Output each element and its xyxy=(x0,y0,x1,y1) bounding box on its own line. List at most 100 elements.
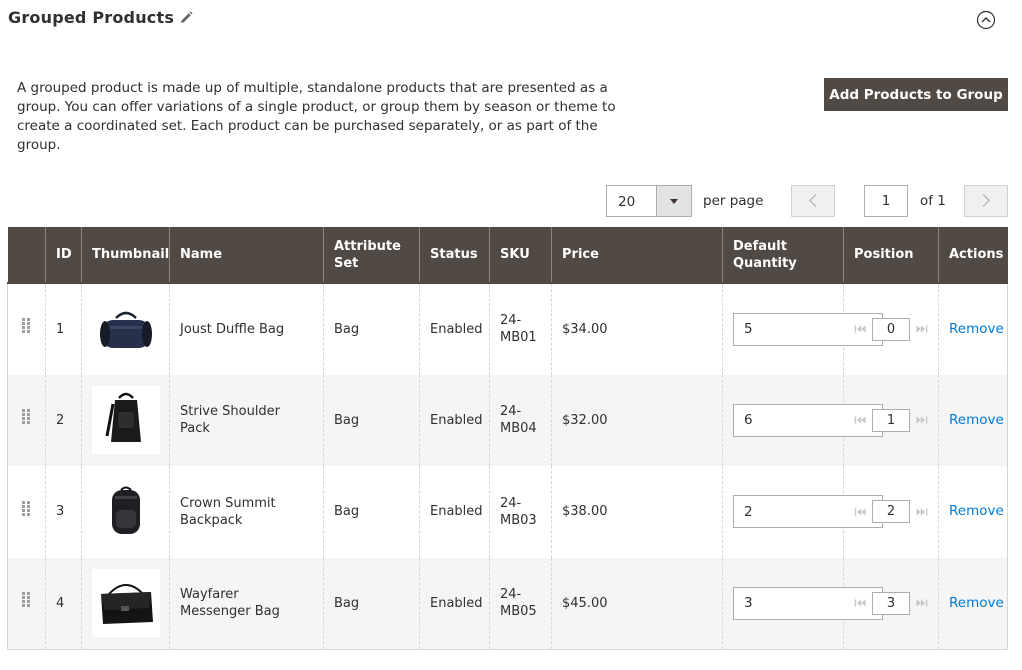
move-top-icon[interactable] xyxy=(854,597,867,609)
cell-price: $38.00 xyxy=(551,466,723,558)
cell-id: 4 xyxy=(45,557,82,650)
drag-handle-icon[interactable] xyxy=(22,318,31,335)
column-header-thumbnail: Thumbnail xyxy=(81,227,170,283)
cell-price: $34.00 xyxy=(551,283,723,375)
page-total-label: of 1 xyxy=(920,193,946,209)
table-row: 2 Strive Shoulder Pack Bag Enabled 24-MB… xyxy=(7,374,1008,466)
collapse-circle-icon[interactable] xyxy=(976,10,996,30)
cell-attribute-set: Bag xyxy=(323,374,420,466)
next-page-button[interactable] xyxy=(964,185,1008,217)
position-input[interactable] xyxy=(872,317,910,341)
per-page-value: 20 xyxy=(618,194,636,210)
drag-cell xyxy=(7,374,46,466)
drag-cell xyxy=(7,283,46,375)
move-bottom-icon[interactable] xyxy=(915,414,928,426)
chevron-right-icon xyxy=(977,194,990,207)
cell-thumbnail xyxy=(81,283,170,375)
column-header-drag xyxy=(7,227,46,283)
column-header-price[interactable]: Price xyxy=(551,227,723,283)
cell-position xyxy=(843,283,939,375)
cell-name: Strive Shoulder Pack xyxy=(169,374,324,466)
cell-sku: 24-MB01 xyxy=(489,283,552,375)
cell-status: Enabled xyxy=(419,283,490,375)
column-header-default-quantity: Default Quantity xyxy=(722,227,844,283)
drag-cell xyxy=(7,466,46,558)
move-top-icon[interactable] xyxy=(854,506,867,518)
current-page-input[interactable] xyxy=(864,185,908,217)
cell-position xyxy=(843,466,939,558)
move-bottom-icon[interactable] xyxy=(915,506,928,518)
move-bottom-icon[interactable] xyxy=(915,323,928,335)
cell-position xyxy=(843,374,939,466)
cell-price: $45.00 xyxy=(551,557,723,650)
per-page-label: per page xyxy=(703,193,764,209)
cell-sku: 24-MB03 xyxy=(489,466,552,558)
cell-attribute-set: Bag xyxy=(323,557,420,650)
cell-actions: Remove xyxy=(938,374,1008,466)
remove-link[interactable]: Remove xyxy=(949,503,1004,519)
column-header-position: Position xyxy=(843,227,939,283)
cell-id: 3 xyxy=(45,466,82,558)
cell-attribute-set: Bag xyxy=(323,466,420,558)
cell-thumbnail xyxy=(81,557,170,650)
cell-default-quantity xyxy=(722,466,883,558)
cell-default-quantity xyxy=(722,557,883,650)
drag-handle-icon[interactable] xyxy=(22,500,31,518)
cell-price: $32.00 xyxy=(551,374,723,466)
cell-sku: 24-MB05 xyxy=(489,557,552,650)
cell-name: Wayfarer Messenger Bag xyxy=(169,557,324,650)
move-bottom-icon[interactable] xyxy=(915,597,928,609)
drag-handle-icon[interactable] xyxy=(22,409,31,426)
cell-thumbnail xyxy=(81,374,170,466)
drag-handle-icon[interactable] xyxy=(22,592,31,609)
grouped-products-grid: ID Thumbnail Name Attribute Set Status S… xyxy=(7,227,1008,650)
remove-link[interactable]: Remove xyxy=(949,412,1004,428)
backpack-image xyxy=(112,486,140,534)
column-header-name[interactable]: Name xyxy=(169,227,324,283)
cell-actions: Remove xyxy=(938,557,1008,650)
messenger-bag-image xyxy=(101,584,153,624)
column-header-attribute-set[interactable]: Attribute Set xyxy=(323,227,420,283)
column-header-sku[interactable]: SKU xyxy=(489,227,552,283)
previous-page-button[interactable] xyxy=(791,185,835,217)
cell-thumbnail xyxy=(81,466,170,558)
column-header-actions: Actions xyxy=(938,227,1008,283)
drag-cell xyxy=(7,557,46,650)
product-thumbnail xyxy=(92,477,160,546)
add-products-to-group-button[interactable]: Add Products to Group xyxy=(824,78,1008,111)
position-input[interactable] xyxy=(872,500,910,524)
per-page-select[interactable]: 20 xyxy=(606,185,692,217)
section-description: A grouped product is made up of multiple… xyxy=(17,80,616,153)
cell-default-quantity xyxy=(722,283,883,375)
remove-link[interactable]: Remove xyxy=(949,595,1004,611)
per-page-toggle[interactable] xyxy=(656,186,691,216)
grid-header-row: ID Thumbnail Name Attribute Set Status S… xyxy=(7,227,1008,283)
section-title[interactable]: Grouped Products xyxy=(8,8,174,27)
column-header-status[interactable]: Status xyxy=(419,227,490,283)
cell-status: Enabled xyxy=(419,374,490,466)
chevron-down-icon xyxy=(670,199,678,204)
cell-attribute-set: Bag xyxy=(323,283,420,375)
cell-status: Enabled xyxy=(419,466,490,558)
cell-default-quantity xyxy=(722,374,883,466)
cell-id: 1 xyxy=(45,283,82,375)
cell-name: Joust Duffle Bag xyxy=(169,283,324,375)
chevron-left-icon xyxy=(809,194,822,207)
move-top-icon[interactable] xyxy=(854,414,867,426)
column-header-id[interactable]: ID xyxy=(45,227,82,283)
remove-link[interactable]: Remove xyxy=(949,321,1004,337)
position-input[interactable] xyxy=(872,408,910,432)
section-header: Grouped Products xyxy=(0,0,1022,40)
cell-name: Crown Summit Backpack xyxy=(169,466,324,558)
duffle-bag-image xyxy=(100,312,152,349)
cell-actions: Remove xyxy=(938,283,1008,375)
product-thumbnail xyxy=(92,386,160,455)
pencil-icon[interactable] xyxy=(178,10,194,26)
cell-id: 2 xyxy=(45,374,82,466)
cell-sku: 24-MB04 xyxy=(489,374,552,466)
product-thumbnail xyxy=(92,295,160,364)
table-row: 1 Joust Duffle Bag Bag Enabled 24-MB01 $… xyxy=(7,283,1008,375)
product-thumbnail xyxy=(92,569,160,637)
move-top-icon[interactable] xyxy=(854,323,867,335)
position-input[interactable] xyxy=(872,591,910,615)
